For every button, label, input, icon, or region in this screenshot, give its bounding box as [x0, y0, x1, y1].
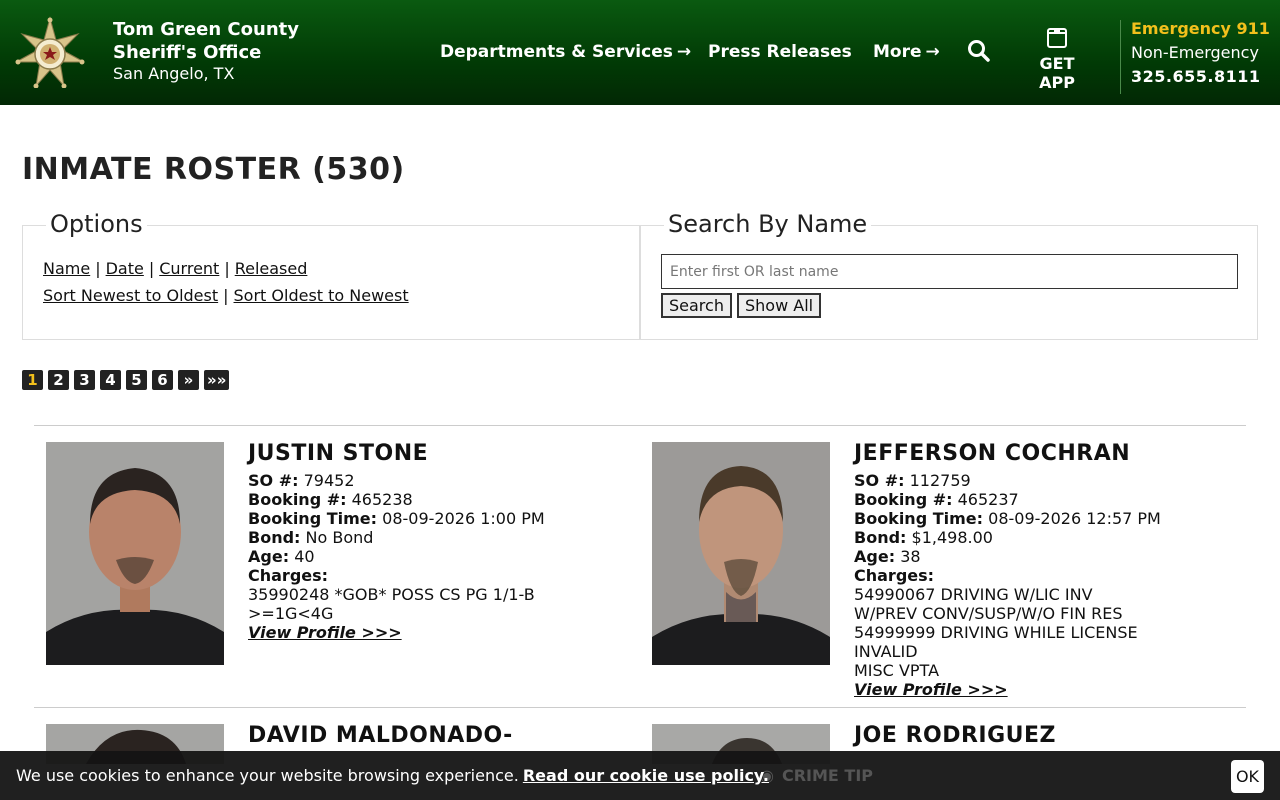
- charges-label: Charges:: [248, 566, 329, 585]
- page-link-3[interactable]: 3: [74, 370, 95, 390]
- inmate-name: DAVID MALDONADO-: [248, 723, 513, 748]
- so-label: SO #:: [854, 471, 905, 490]
- agency-name: Tom Green County Sheriff's Office: [113, 19, 299, 63]
- booking-label: Booking #:: [248, 490, 347, 509]
- contact-block: Emergency 911 Non-Emergency 325.655.8111: [1131, 18, 1270, 88]
- filter-name-link[interactable]: Name: [43, 259, 90, 278]
- page-link-6[interactable]: 6: [152, 370, 173, 390]
- age-label: Age:: [854, 547, 896, 566]
- view-profile-link[interactable]: View Profile >>>: [248, 623, 402, 642]
- non-emergency-label: Non-Emergency: [1131, 43, 1259, 62]
- header-divider: [1120, 20, 1121, 94]
- phone-icon: [1047, 28, 1067, 48]
- charge-line: 35990248 *GOB* POSS CS PG 1/1-B: [248, 585, 535, 604]
- nav-more[interactable]: More →: [873, 42, 940, 62]
- separator: |: [148, 259, 155, 278]
- page-title: INMATE ROSTER (530): [22, 152, 405, 187]
- crime-tip-label: CRIME TIP: [781, 766, 873, 785]
- booking-label: Booking #:: [854, 490, 953, 509]
- sort-links: Sort Newest to Oldest | Sort Oldest to New…: [43, 286, 409, 305]
- inmate-details: SO #: 112759 Booking #: 465237 Booking T…: [854, 471, 1234, 699]
- pagination: 1 2 3 4 5 6 » »»: [22, 370, 230, 390]
- booking-time: 08-09-2026 1:00 PM: [382, 509, 545, 528]
- options-panel: Options Name | Date | Current | Released Sort …: [22, 210, 640, 340]
- name-search-input[interactable]: [661, 254, 1238, 289]
- inmate-name: JOE RODRIGUEZ: [854, 723, 1057, 748]
- search-icon[interactable]: [966, 38, 992, 64]
- cookie-text: We use cookies to enhance your website b…: [16, 766, 519, 785]
- filter-links: Name | Date | Current | Released: [43, 259, 307, 278]
- sort-oldest-link[interactable]: Sort Oldest to Newest: [234, 286, 409, 305]
- get-app-label: GET APP: [1039, 54, 1075, 92]
- agency-city: San Angelo, TX: [113, 64, 235, 83]
- sort-newest-link[interactable]: Sort Newest to Oldest: [43, 286, 218, 305]
- separator: |: [223, 286, 229, 305]
- filter-current-link[interactable]: Current: [159, 259, 219, 278]
- page-next-link[interactable]: »: [178, 370, 199, 390]
- inmate-name: JEFFERSON COCHRAN: [854, 441, 1131, 466]
- brand[interactable]: Tom Green County Sheriff's Office San An…: [113, 18, 313, 84]
- inmate-mugshot[interactable]: [652, 442, 830, 665]
- charge-line: 54999999 DRIVING WHILE LICENSE: [854, 623, 1138, 642]
- so-number: 112759: [909, 471, 971, 490]
- age-value: 40: [294, 547, 315, 566]
- cookie-banner: ◉ CRIME TIP We use cookies to enhance you…: [0, 751, 1280, 800]
- page-link-5[interactable]: 5: [126, 370, 147, 390]
- charge-line: W/PREV CONV/SUSP/W/O FIN RES: [854, 604, 1123, 623]
- booking-time-label: Booking Time:: [854, 509, 984, 528]
- page-link-1[interactable]: 1: [22, 370, 43, 390]
- search-button[interactable]: Search: [661, 293, 732, 318]
- row-divider: [34, 425, 1246, 426]
- search-legend: Search By Name: [664, 210, 872, 238]
- bond-label: Bond:: [854, 528, 907, 547]
- inmate-name: JUSTIN STONE: [248, 441, 429, 466]
- age-label: Age:: [248, 547, 290, 566]
- nav-press-releases[interactable]: Press Releases: [708, 42, 852, 62]
- booking-time-label: Booking Time:: [248, 509, 378, 528]
- nav-more-label: More: [873, 42, 922, 62]
- page-last-link[interactable]: »»: [204, 370, 230, 390]
- view-profile-link[interactable]: View Profile >>>: [854, 680, 1008, 699]
- age-value: 38: [900, 547, 921, 566]
- nav-press-label: Press Releases: [708, 42, 852, 62]
- inmate-mugshot[interactable]: [46, 442, 224, 665]
- bond-value: No Bond: [305, 528, 374, 547]
- bond-label: Bond:: [248, 528, 301, 547]
- search-panel: Search By Name Search Show All: [640, 210, 1258, 340]
- page-link-2[interactable]: 2: [48, 370, 69, 390]
- arrow-right-icon: →: [925, 42, 940, 62]
- arrow-right-icon: →: [676, 42, 692, 62]
- separator: |: [224, 259, 230, 278]
- booking-number: 465238: [351, 490, 413, 509]
- booking-number: 465237: [957, 490, 1019, 509]
- filter-date-link[interactable]: Date: [106, 259, 144, 278]
- nav-departments-services[interactable]: Departments & Services →: [440, 42, 691, 62]
- so-label: SO #:: [248, 471, 299, 490]
- crime-tip-behind: ◉ CRIME TIP: [760, 766, 873, 785]
- charge-line: >=1G<4G: [248, 604, 334, 623]
- options-legend: Options: [46, 210, 147, 238]
- bond-value: $1,498.00: [911, 528, 993, 547]
- cookie-policy-link[interactable]: Read our cookie use policy.: [523, 766, 769, 785]
- charge-line: INVALID: [854, 642, 918, 661]
- charge-line: MISC VPTA: [854, 661, 940, 680]
- emergency-number[interactable]: Emergency 911: [1131, 18, 1270, 40]
- cookie-ok-button[interactable]: OK: [1231, 760, 1264, 793]
- so-number: 79452: [303, 471, 355, 490]
- nav-departments-label: Departments & Services: [440, 42, 673, 62]
- non-emergency-phone[interactable]: 325.655.8111: [1131, 66, 1270, 88]
- filter-released-link[interactable]: Released: [235, 259, 308, 278]
- separator: |: [95, 259, 101, 278]
- row-divider: [34, 707, 1246, 708]
- get-app-button[interactable]: GET APP: [1019, 28, 1095, 92]
- site-header: Tom Green County Sheriff's Office San An…: [0, 0, 1280, 105]
- inmate-details: SO #: 79452 Booking #: 465238 Booking Ti…: [248, 471, 578, 642]
- charges-label: Charges:: [854, 566, 935, 585]
- show-all-button[interactable]: Show All: [737, 293, 822, 318]
- sheriff-star-logo[interactable]: [12, 16, 88, 88]
- page-link-4[interactable]: 4: [100, 370, 121, 390]
- cookie-message: We use cookies to enhance your website b…: [16, 766, 769, 785]
- charge-line: 54990067 DRIVING W/LIC INV: [854, 585, 1093, 604]
- booking-time: 08-09-2026 12:57 PM: [988, 509, 1161, 528]
